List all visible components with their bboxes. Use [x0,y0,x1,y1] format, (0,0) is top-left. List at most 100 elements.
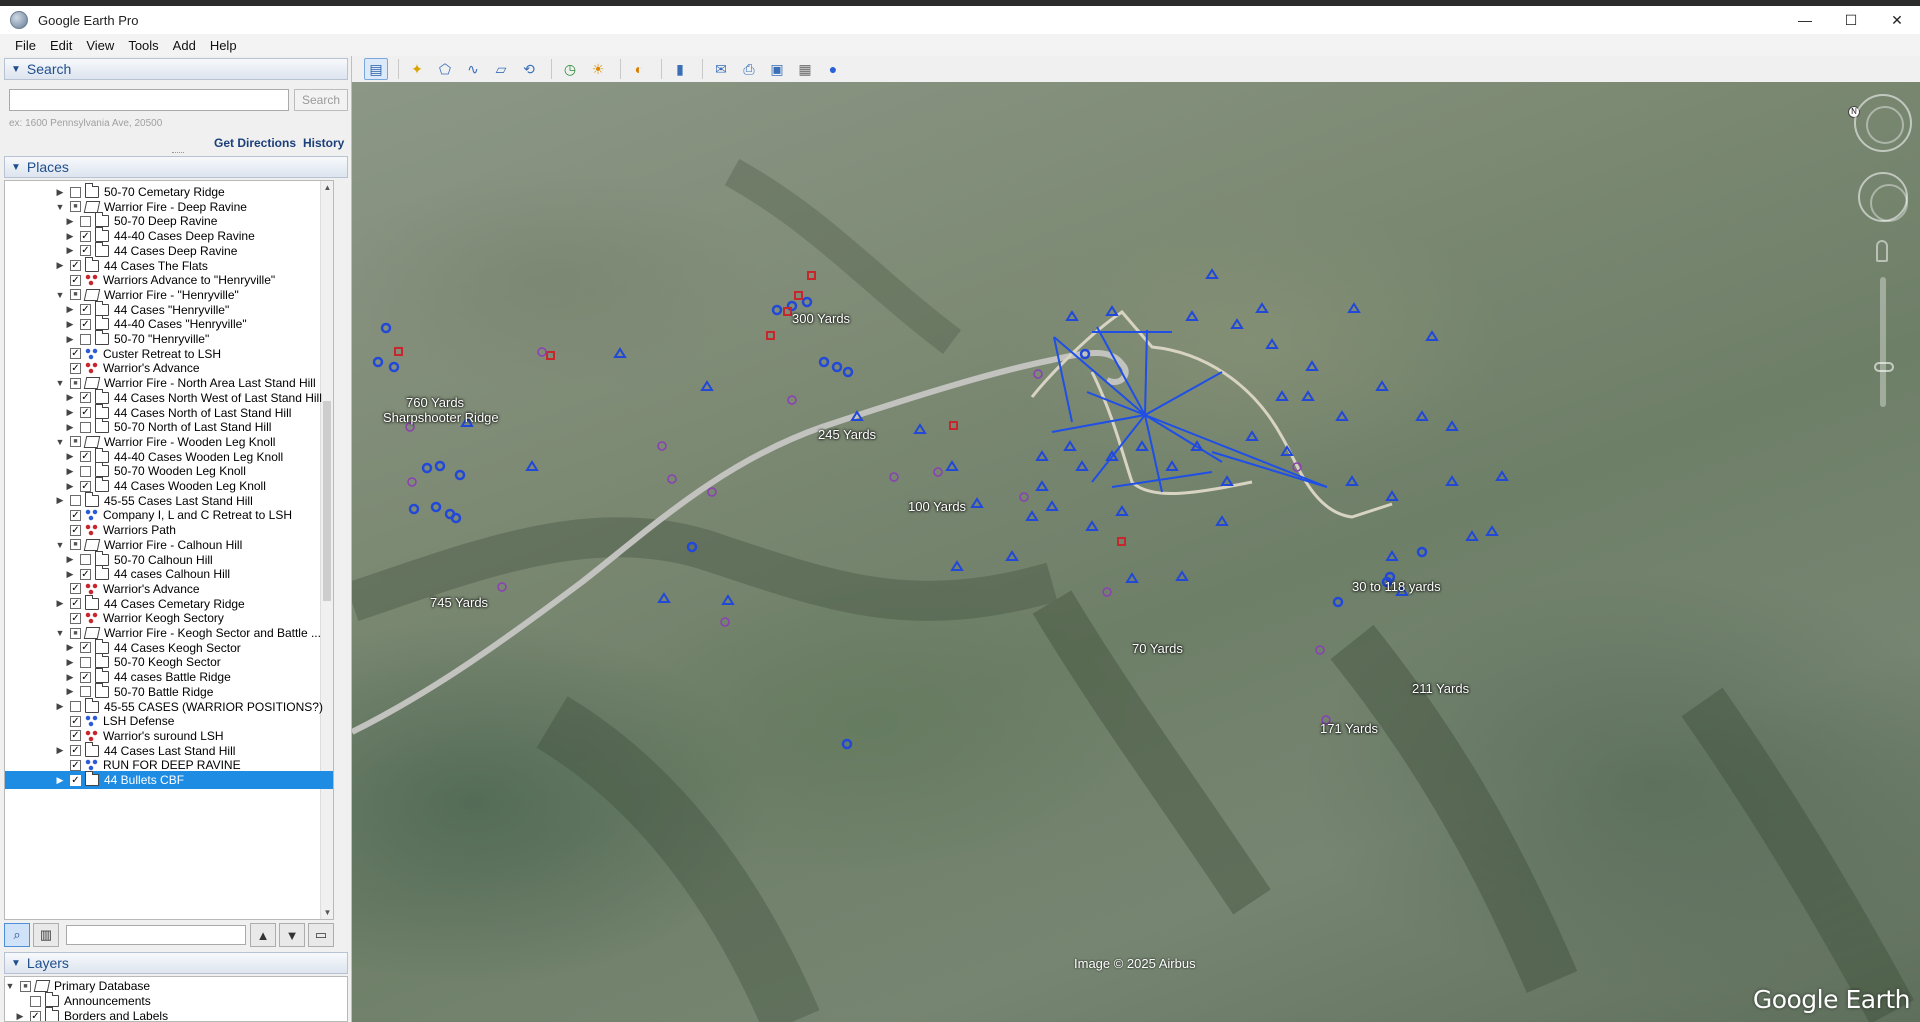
tree-item-44-bullets-cbf[interactable]: ▶ ✓ 44 Bullets CBF [5,771,333,789]
expanded-triangle-icon[interactable]: ▼ [55,540,65,550]
sidebar-toggle-button[interactable]: ▤ [364,58,388,80]
toggle-panel-button[interactable]: ▥ [33,923,59,947]
map-label[interactable]: 70 Yards [1132,641,1183,656]
collapsed-triangle-icon[interactable]: ▶ [65,686,75,697]
visibility-checkbox[interactable]: ✓ [80,480,91,492]
switch-planet-button[interactable]: ◐ [627,58,651,80]
visibility-checkbox[interactable]: ✓ [70,745,81,757]
search-section-header[interactable]: ▼ Search [4,58,348,80]
map-label[interactable]: 300 Yards [792,311,850,326]
visibility-checkbox[interactable]: ✓ [70,612,81,624]
collapsed-triangle-icon[interactable]: ▶ [65,672,75,683]
map-label[interactable]: Sharpshooter Ridge [352,410,499,425]
visibility-checkbox[interactable] [80,656,91,668]
visibility-checkbox[interactable]: ■ [70,377,81,389]
add-overlay-button[interactable]: ▱ [489,58,513,80]
visibility-checkbox[interactable] [80,215,91,227]
visibility-checkbox[interactable] [80,686,91,698]
add-path-button[interactable]: ∿ [461,58,485,80]
visibility-checkbox[interactable]: ✓ [70,730,81,742]
ruler-button[interactable]: ▮ [668,58,692,80]
collapsed-triangle-icon[interactable]: ▶ [65,319,75,330]
move-up-button[interactable]: ▲ [250,923,276,947]
visibility-checkbox[interactable]: ✓ [80,318,91,330]
visibility-checkbox[interactable]: ✓ [70,583,81,595]
visibility-checkbox[interactable]: ✓ [70,598,81,610]
collapsed-triangle-icon[interactable]: ▶ [65,216,75,227]
visibility-checkbox[interactable] [80,421,91,433]
map-label[interactable]: 211 Yards [1412,681,1469,696]
menu-tools[interactable]: Tools [121,38,165,53]
map-label[interactable]: 100 Yards [908,499,966,514]
visibility-checkbox[interactable]: ✓ [80,230,91,242]
collapsed-triangle-icon[interactable]: ▶ [65,407,75,418]
visibility-checkbox[interactable]: ✓ [70,348,81,360]
visibility-checkbox[interactable]: ✓ [70,509,81,521]
visibility-checkbox[interactable] [70,186,81,198]
tree-item-borders-and-labels[interactable]: ▶ ✓ Borders and Labels [5,1007,347,1021]
map-label[interactable]: 171 Yards [1320,721,1378,736]
visibility-checkbox[interactable]: ✓ [80,304,91,316]
zoom-slider[interactable] [1880,277,1886,407]
visibility-checkbox[interactable] [80,554,91,565]
collapsed-triangle-icon[interactable]: ▶ [65,334,75,345]
layers-section-header[interactable]: ▼ Layers [4,952,348,974]
view-in-maps-button[interactable]: ● [821,58,845,80]
places-section-header[interactable]: ▼ Places [4,156,348,178]
minimize-button[interactable]: — [1782,6,1828,34]
collapsed-triangle-icon[interactable]: ▶ [65,642,75,653]
map-label[interactable]: 745 Yards [430,595,488,610]
visibility-checkbox[interactable]: ■ [70,436,81,448]
places-filter-input[interactable] [66,925,246,945]
visibility-checkbox[interactable]: ✓ [70,759,81,771]
visibility-checkbox[interactable]: ✓ [70,774,81,786]
add-folder-button[interactable]: ▭ [308,923,334,947]
zoom-slider-knob[interactable] [1874,362,1894,372]
visibility-checkbox[interactable] [70,495,81,507]
visibility-checkbox[interactable]: ✓ [80,568,91,580]
visibility-checkbox[interactable]: ✓ [70,524,81,536]
collapsed-triangle-icon[interactable]: ▶ [65,304,75,315]
visibility-checkbox[interactable]: ■ [70,289,81,301]
collapsed-triangle-icon[interactable]: ▶ [65,481,75,492]
visibility-checkbox[interactable]: ✓ [70,362,81,374]
visibility-checkbox[interactable]: ✓ [80,407,91,418]
collapsed-triangle-icon[interactable]: ▶ [65,554,75,565]
sunlight-button[interactable]: ☀ [586,58,610,80]
collapsed-triangle-icon[interactable]: ▶ [55,775,65,786]
look-compass-control[interactable] [1854,94,1912,152]
email-button[interactable]: ✉ [709,58,733,80]
historical-imagery-button[interactable]: ◷ [558,58,582,80]
collapsed-triangle-icon[interactable]: ▶ [55,598,65,609]
save-image-button[interactable]: ▣ [765,58,789,80]
move-down-button[interactable]: ▼ [279,923,305,947]
collapsed-triangle-icon[interactable]: ▶ [65,451,75,462]
collapsed-triangle-icon[interactable]: ▶ [55,701,65,712]
visibility-checkbox[interactable] [30,995,41,1007]
expanded-triangle-icon[interactable]: ▼ [5,981,15,991]
menu-view[interactable]: View [79,38,121,53]
visibility-checkbox[interactable]: ✓ [70,715,81,727]
record-tour-button[interactable]: ⟲ [517,58,541,80]
map-label[interactable]: 245 Yards [818,427,876,442]
collapsed-triangle-icon[interactable]: ▶ [65,657,75,668]
collapsed-triangle-icon[interactable]: ▶ [55,495,65,506]
map-label[interactable]: 760 Yards [406,395,464,410]
get-directions-link[interactable]: Get Directions [214,136,296,150]
collapsed-triangle-icon[interactable]: ▶ [65,231,75,242]
visibility-checkbox[interactable]: ■ [70,539,81,551]
expanded-triangle-icon[interactable]: ▼ [55,290,65,300]
move-joystick-control[interactable] [1858,172,1908,222]
collapsed-triangle-icon[interactable]: ▶ [65,422,75,433]
visibility-checkbox[interactable]: ■ [70,201,81,213]
collapsed-triangle-icon[interactable]: ▶ [55,187,65,198]
visibility-checkbox[interactable] [70,701,81,712]
visibility-checkbox[interactable] [80,465,91,477]
visibility-checkbox[interactable]: ✓ [80,245,91,257]
visibility-checkbox[interactable]: ✓ [70,274,81,286]
menu-edit[interactable]: Edit [43,38,79,53]
visibility-checkbox[interactable]: ✓ [80,392,91,404]
collapsed-triangle-icon[interactable]: ▶ [55,745,65,756]
add-placemark-button[interactable]: ✦ [405,58,429,80]
expanded-triangle-icon[interactable]: ▼ [55,437,65,447]
